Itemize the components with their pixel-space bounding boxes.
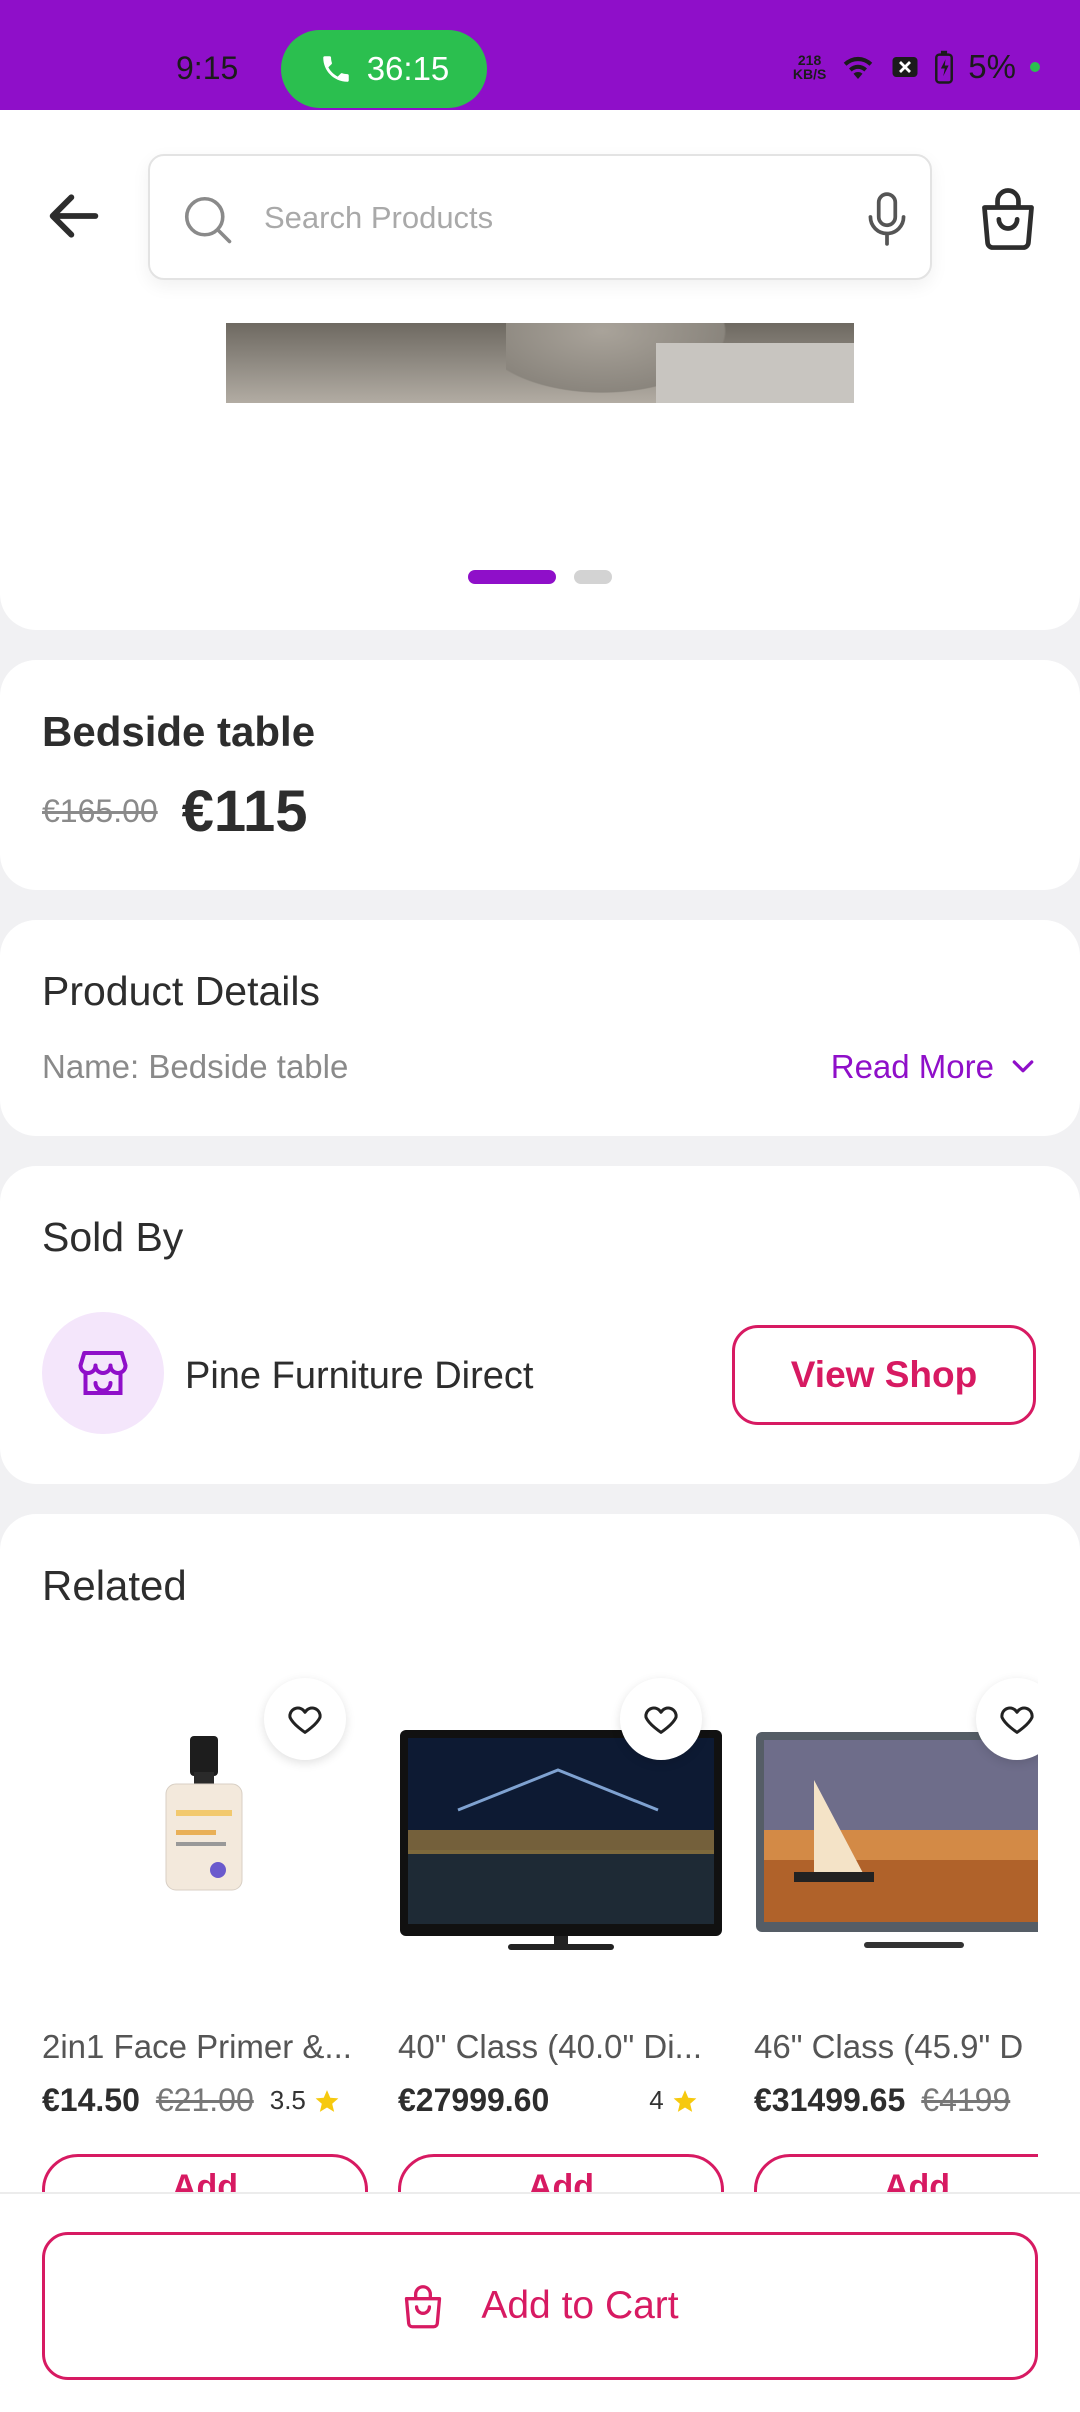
product-old-price: €4199 xyxy=(921,2082,1011,2118)
heart-icon xyxy=(288,1706,322,1734)
status-icons: 218 KB/S 5% xyxy=(793,48,1040,86)
add-to-cart-button[interactable]: Add to Cart xyxy=(42,2232,1038,2380)
back-arrow-icon[interactable] xyxy=(42,184,106,248)
sim-disabled-icon xyxy=(892,57,918,77)
product-price: €14.50 xyxy=(42,2082,140,2118)
product-price: €27999.60 xyxy=(398,2082,550,2118)
product-image[interactable] xyxy=(226,323,854,403)
wifi-icon xyxy=(844,56,873,79)
product-name[interactable]: 40" Class (40.0" Di... xyxy=(398,2028,724,2066)
related-product-card[interactable]: 40" Class (40.0" Di... €27999.60 4 Add xyxy=(398,1660,724,2192)
sold-by-heading: Sold By xyxy=(42,1214,184,1260)
add-button[interactable]: Add xyxy=(754,2154,1038,2192)
product-price-row: €14.50 €21.00 3.5 xyxy=(42,2082,382,2119)
related-heading: Related xyxy=(42,1562,187,1609)
heart-icon xyxy=(1000,1706,1034,1734)
product-name[interactable]: 46" Class (45.9" D xyxy=(754,2028,1038,2066)
product-price: €31499.65 xyxy=(754,2082,906,2118)
search-input[interactable] xyxy=(264,190,824,246)
read-more-label: Read More xyxy=(830,1048,994,1085)
view-shop-button[interactable]: View Shop xyxy=(732,1325,1036,1425)
product-price-row: €31499.65 €4199 xyxy=(754,2082,1038,2119)
wishlist-button[interactable] xyxy=(620,1678,702,1760)
seller-avatar[interactable] xyxy=(42,1312,164,1434)
ongoing-call-pill[interactable]: 36:15 xyxy=(281,30,487,108)
read-more-link[interactable]: Read More xyxy=(831,1048,1038,1086)
battery-level: 5% xyxy=(968,48,1016,85)
status-bar: 9:15 36:15 218 KB/S 5% xyxy=(0,0,1080,110)
search-bar[interactable] xyxy=(148,154,932,280)
product-rating: 3.5 xyxy=(270,2085,340,2116)
carousel-dot[interactable] xyxy=(574,570,612,584)
product-title: Bedside table xyxy=(42,708,316,755)
privacy-indicator-dot xyxy=(1030,62,1040,72)
product-old-price: €21.00 xyxy=(155,2082,254,2118)
product-details-heading: Product Details xyxy=(42,968,321,1014)
wishlist-button[interactable] xyxy=(264,1678,346,1760)
shopping-bag-icon xyxy=(405,2285,442,2329)
product-info-card: Bedside table €165.00 €115 xyxy=(0,660,1080,890)
original-price: €165.00 xyxy=(42,793,158,829)
shopping-bag-icon[interactable] xyxy=(976,184,1040,252)
call-duration: 36:15 xyxy=(366,50,450,87)
battery-icon xyxy=(935,50,954,84)
search-icon xyxy=(184,196,232,244)
product-rating: 4 xyxy=(649,2085,697,2116)
current-price: €115 xyxy=(181,779,308,844)
product-name[interactable]: 2in1 Face Primer &... xyxy=(42,2028,368,2066)
bottom-action-bar: Add to Cart xyxy=(0,2192,1080,2412)
microphone-icon[interactable] xyxy=(862,190,912,248)
star-icon xyxy=(315,2089,339,2112)
add-button[interactable]: Add xyxy=(42,2154,368,2192)
product-price-row: €27999.60 4 xyxy=(398,2082,738,2119)
add-to-cart-label: Add to Cart xyxy=(481,2284,679,2327)
carousel-indicator xyxy=(468,570,612,584)
seller-name[interactable]: Pine Furniture Direct xyxy=(185,1355,533,1398)
net-speed: 218 KB/S xyxy=(792,52,827,82)
chevron-down-icon xyxy=(1012,1060,1034,1073)
store-icon xyxy=(78,1351,128,1395)
related-product-card[interactable]: 46" Class (45.9" D €31499.65 €4199 Add xyxy=(754,1660,1038,2192)
add-button[interactable]: Add xyxy=(398,2154,724,2192)
product-details-card: Product Details Name: Bedside table Read… xyxy=(0,920,1080,1136)
related-products-carousel[interactable]: 2in1 Face Primer &... €14.50 €21.00 3.5 … xyxy=(42,1660,1038,2192)
heart-icon xyxy=(644,1706,678,1734)
product-details-summary: Name: Bedside table xyxy=(42,1048,349,1085)
star-icon xyxy=(673,2089,697,2112)
status-time: 9:15 xyxy=(176,50,239,86)
carousel-dot-active[interactable] xyxy=(468,570,556,584)
related-product-card[interactable]: 2in1 Face Primer &... €14.50 €21.00 3.5 … xyxy=(42,1660,368,2192)
phone-icon xyxy=(322,56,349,82)
